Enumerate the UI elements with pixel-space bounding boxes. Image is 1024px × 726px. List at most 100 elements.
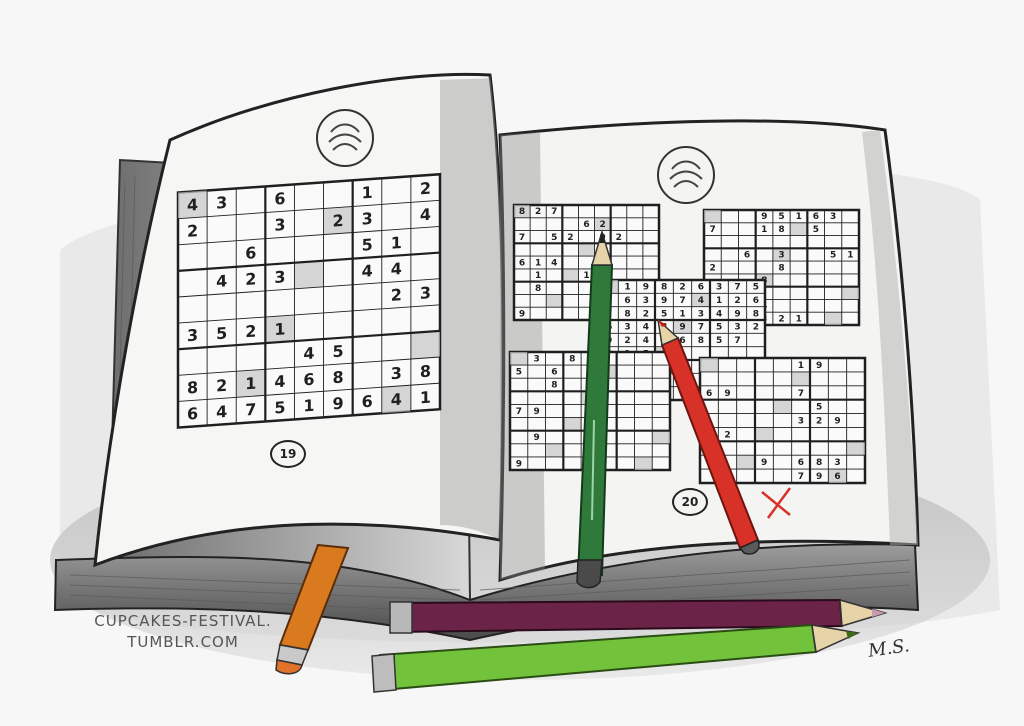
- grid-digit: 7: [551, 207, 557, 217]
- grid-digit: 6: [583, 220, 589, 230]
- shaded-cell: [791, 371, 810, 386]
- grid-digit: 9: [761, 212, 767, 222]
- shaded-cell: [410, 330, 440, 360]
- grid-digit: 8: [778, 263, 784, 273]
- grid-digit: 7: [798, 389, 804, 399]
- watermark-line-1: CUPCAKES-FESTIVAL.: [94, 612, 272, 630]
- grid-digit: 8: [816, 458, 822, 468]
- grid-digit: 4: [216, 271, 227, 291]
- shaded-cell: [652, 430, 670, 444]
- grid-digit: 9: [724, 389, 730, 399]
- left-sudoku-grid: 4 3 6 1 22 3 2 3 46 5 14 2 3 4 42 33 5 2 14 58 2 1 4 6 8 3 86 4 7 5 1 9…: [176, 172, 442, 429]
- grid-digit: 1: [274, 319, 285, 339]
- shaded-cell: [545, 443, 564, 457]
- grid-digit: 5: [661, 309, 667, 319]
- grid-digit: 7: [698, 323, 704, 333]
- grid-digit: 2: [420, 179, 431, 199]
- grid-digit: 8: [519, 207, 525, 217]
- grid-digit: 4: [698, 296, 704, 306]
- grid-digit: 4: [391, 259, 402, 279]
- grid-digit: 1: [796, 314, 802, 324]
- grid-digit: 2: [709, 263, 715, 273]
- left-page-number: 19: [270, 440, 306, 468]
- grid-digit: 6: [187, 404, 198, 424]
- grid-digit: 4: [274, 372, 285, 392]
- grid-digit: 6: [245, 243, 256, 263]
- shaded-cell: [790, 222, 808, 236]
- grid-digit: 5: [813, 225, 819, 235]
- grid-digit: 7: [798, 472, 804, 482]
- shaded-cell: [736, 455, 755, 470]
- right-page-number: 20: [672, 488, 708, 516]
- shaded-cell: [634, 456, 653, 470]
- grid-digit: 3: [734, 323, 740, 333]
- grid-digit: 1: [535, 271, 541, 281]
- grid-digit: 6: [303, 370, 314, 390]
- grid-digit: 2: [333, 211, 344, 231]
- grid-digit: 5: [716, 336, 722, 346]
- grid-digit: 2: [391, 285, 402, 305]
- grid-digit: 4: [420, 205, 431, 225]
- grid-digit: 9: [534, 433, 540, 443]
- grid-digit: 8: [661, 283, 667, 293]
- grid-digit: 3: [643, 296, 649, 306]
- grid-digit: 9: [679, 323, 685, 333]
- grid-digit: 1: [535, 258, 541, 268]
- grid-digit: 4: [303, 343, 314, 363]
- grid-digit: 6: [698, 283, 704, 293]
- grid-digit: 9: [734, 309, 740, 319]
- grid-digit: 3: [798, 417, 804, 427]
- grid-digit: 3: [362, 209, 373, 229]
- grid-digit: 4: [643, 336, 649, 346]
- grid-digit: 2: [535, 207, 541, 217]
- grid-digit: 7: [519, 233, 525, 243]
- grid-digit: 3: [534, 354, 540, 364]
- grid-digit: 1: [716, 296, 722, 306]
- grid-digit: 5: [216, 323, 227, 343]
- grid-digit: 5: [753, 283, 759, 293]
- grid-digit: 6: [274, 189, 285, 209]
- grid-digit: 3: [274, 267, 285, 287]
- shaded-cell: [700, 358, 719, 372]
- grid-digit: 3: [830, 212, 836, 222]
- grid-digit: 9: [761, 458, 767, 468]
- grid-digit: 6: [744, 251, 750, 261]
- grid-digit: 2: [679, 283, 685, 293]
- grid-digit: 1: [420, 388, 431, 408]
- grid-digit: 2: [616, 233, 622, 243]
- grid-digit: 5: [816, 403, 822, 413]
- grid-digit: 8: [187, 378, 198, 398]
- grid-digit: 7: [516, 407, 522, 417]
- shaded-cell: [755, 427, 774, 442]
- shaded-cell: [846, 441, 865, 456]
- grid-digit: 1: [624, 283, 630, 293]
- grid-digit: 1: [761, 225, 767, 235]
- grid-digit: 9: [816, 472, 822, 482]
- grid-digit: 1: [362, 183, 373, 203]
- watermark-line-2: TUMBLR.COM: [127, 633, 239, 651]
- grid-digit: 2: [753, 323, 759, 333]
- grid-digit: 6: [551, 368, 557, 378]
- grid-digit: 5: [716, 323, 722, 333]
- grid-digit: 7: [709, 225, 715, 235]
- shaded-cell: [510, 352, 528, 366]
- grid-digit: 3: [216, 193, 227, 213]
- grid-digit: 5: [516, 368, 522, 378]
- grid-digit: 8: [333, 368, 344, 388]
- grid-digit: 2: [734, 296, 740, 306]
- grid-digit: 6: [753, 296, 759, 306]
- grid-digit: 5: [778, 212, 784, 222]
- grid-digit: 4: [391, 390, 402, 410]
- shaded-cell: [773, 399, 792, 414]
- grid-digit: 2: [724, 430, 730, 440]
- grid-digit: 9: [519, 309, 525, 319]
- grid-digit: 1: [303, 396, 314, 416]
- grid-digit: 4: [551, 258, 557, 268]
- grid-digit: 1: [796, 212, 802, 222]
- grid-digit: 1: [679, 309, 685, 319]
- grid-digit: 8: [551, 381, 557, 391]
- grid-digit: 1: [798, 361, 804, 371]
- grid-digit: 1: [391, 233, 402, 253]
- grid-digit: 6: [362, 392, 373, 412]
- grid-digit: 2: [216, 376, 227, 396]
